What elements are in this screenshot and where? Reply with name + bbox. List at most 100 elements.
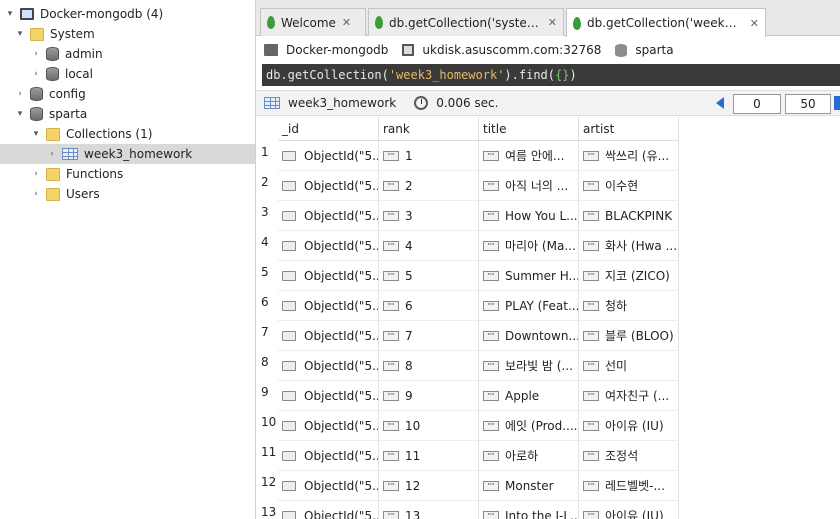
tree-db-admin[interactable]: › admin <box>30 44 103 64</box>
string-type-icon: "" <box>583 240 599 251</box>
string-type-icon: "" <box>483 150 499 161</box>
cell-rank[interactable]: "" 6 <box>379 291 479 321</box>
cell-id[interactable]: ObjectId("5... <box>278 201 379 231</box>
string-type-icon: "" <box>583 450 599 461</box>
column-header-title[interactable]: title <box>479 117 579 141</box>
limit-input[interactable]: 50 <box>785 94 831 114</box>
tab-query-week3[interactable]: db.getCollection('week3_h… ✕ <box>566 8 766 37</box>
cell-rank[interactable]: "" 4 <box>379 231 479 261</box>
cell-title[interactable]: "" How You L... <box>479 201 579 231</box>
cell-artist[interactable]: "" 청하 <box>579 291 679 321</box>
cell-title[interactable]: "" 여름 안에... <box>479 141 579 171</box>
cell-id[interactable]: ObjectId("5... <box>278 321 379 351</box>
cell-artist[interactable]: "" 아이유 (IU) <box>579 411 679 441</box>
chevron-right-icon[interactable]: › <box>14 88 26 100</box>
cell-id[interactable]: ObjectId("5... <box>278 231 379 261</box>
cell-rank[interactable]: "" 7 <box>379 321 479 351</box>
column-header-artist[interactable]: artist <box>579 117 679 141</box>
previous-page-icon[interactable] <box>716 97 724 109</box>
next-page-icon[interactable] <box>834 96 840 110</box>
chevron-right-icon[interactable]: › <box>46 148 58 160</box>
chevron-down-icon[interactable]: ▾ <box>14 108 26 120</box>
cell-id[interactable]: ObjectId("5... <box>278 471 379 501</box>
cell-artist[interactable]: "" BLACKPINK <box>579 201 679 231</box>
cell-artist[interactable]: "" 이수현 <box>579 171 679 201</box>
cell-rank[interactable]: "" 8 <box>379 351 479 381</box>
cell-artist-value: 블루 (BLOO) <box>605 329 674 343</box>
cell-title[interactable]: "" PLAY (Feat.... <box>479 291 579 321</box>
string-type-icon: "" <box>483 420 499 431</box>
cell-title[interactable]: "" 아로하 <box>479 441 579 471</box>
cell-artist[interactable]: "" 아이유 (IU) <box>579 501 679 519</box>
cell-title[interactable]: "" 에잇 (Prod.... <box>479 411 579 441</box>
close-icon[interactable]: ✕ <box>750 17 759 30</box>
tree-collection-week3-homework[interactable]: › week3_homework <box>0 144 255 164</box>
cell-title[interactable]: "" 보라빛 밤 (... <box>479 351 579 381</box>
cell-id[interactable]: ObjectId("5... <box>278 171 379 201</box>
chevron-down-icon[interactable]: ▾ <box>30 128 42 140</box>
chevron-right-icon[interactable]: › <box>30 188 42 200</box>
tree-folder-functions[interactable]: › Functions <box>30 164 123 184</box>
cell-id[interactable]: ObjectId("5... <box>278 351 379 381</box>
cell-id[interactable]: ObjectId("5... <box>278 141 379 171</box>
close-icon[interactable]: ✕ <box>548 16 557 29</box>
cell-rank[interactable]: "" 1 <box>379 141 479 171</box>
tab-query-system[interactable]: db.getCollection('system,… ✕ <box>368 8 564 36</box>
column-header-rank[interactable]: rank <box>379 117 479 141</box>
cell-artist[interactable]: "" 선미 <box>579 351 679 381</box>
cell-title[interactable]: "" 마리아 (Ma... <box>479 231 579 261</box>
cell-rank[interactable]: "" 13 <box>379 501 479 519</box>
cell-title-value: How You L... <box>505 208 578 223</box>
cell-artist[interactable]: "" 여자친구 (... <box>579 381 679 411</box>
string-type-icon: "" <box>383 180 399 191</box>
tree-folder-system[interactable]: ▾ System <box>14 24 95 44</box>
cell-artist[interactable]: "" 블루 (BLOO) <box>579 321 679 351</box>
cell-id[interactable]: ObjectId("5... <box>278 441 379 471</box>
cell-rank[interactable]: "" 12 <box>379 471 479 501</box>
tab-welcome[interactable]: Welcome ✕ <box>260 8 366 36</box>
cell-title[interactable]: "" Monster <box>479 471 579 501</box>
chevron-down-icon[interactable]: ▾ <box>14 28 26 40</box>
cell-id[interactable]: ObjectId("5... <box>278 291 379 321</box>
object-id-icon <box>282 150 296 161</box>
cell-artist[interactable]: "" 조정석 <box>579 441 679 471</box>
tree-db-local[interactable]: › local <box>30 64 93 84</box>
skip-input[interactable]: 0 <box>733 94 781 114</box>
cell-rank[interactable]: "" 9 <box>379 381 479 411</box>
cell-id[interactable]: ObjectId("5... <box>278 411 379 441</box>
chevron-right-icon[interactable]: › <box>30 168 42 180</box>
close-icon[interactable]: ✕ <box>342 16 351 29</box>
cell-rank[interactable]: "" 2 <box>379 171 479 201</box>
cell-title[interactable]: "" 아직 너의 ... <box>479 171 579 201</box>
tree-connection[interactable]: ▾ Docker-mongodb (4) <box>4 4 164 24</box>
cell-artist[interactable]: "" 지코 (ZICO) <box>579 261 679 291</box>
cell-id[interactable]: ObjectId("5... <box>278 381 379 411</box>
chevron-right-icon[interactable]: › <box>30 48 42 60</box>
column-header-id[interactable]: _id <box>278 117 379 141</box>
cell-rank[interactable]: "" 3 <box>379 201 479 231</box>
cell-title[interactable]: "" Into the I-L... <box>479 501 579 519</box>
chevron-right-icon[interactable]: › <box>30 68 42 80</box>
cell-artist-value: 청하 <box>605 299 628 313</box>
cell-title-value: PLAY (Feat.... <box>505 298 579 313</box>
cell-artist[interactable]: "" 화사 (Hwa ... <box>579 231 679 261</box>
cell-title[interactable]: "" Summer H... <box>479 261 579 291</box>
cell-artist[interactable]: "" 싹쓰리 (유... <box>579 141 679 171</box>
cell-artist-value: 지코 (ZICO) <box>605 269 670 283</box>
string-type-icon: "" <box>383 330 399 341</box>
cell-id[interactable]: ObjectId("5... <box>278 261 379 291</box>
tree-folder-collections[interactable]: ▾ Collections (1) <box>30 124 153 144</box>
cell-rank[interactable]: "" 11 <box>379 441 479 471</box>
cell-rank[interactable]: "" 5 <box>379 261 479 291</box>
mongodb-leaf-icon <box>573 16 581 30</box>
tree-db-sparta[interactable]: ▾ sparta <box>14 104 87 124</box>
cell-rank[interactable]: "" 10 <box>379 411 479 441</box>
tree-folder-users[interactable]: › Users <box>30 184 99 204</box>
cell-artist[interactable]: "" 레드벨벳-... <box>579 471 679 501</box>
cell-title[interactable]: "" Apple <box>479 381 579 411</box>
chevron-down-icon[interactable]: ▾ <box>4 8 16 20</box>
query-editor[interactable]: db.getCollection('week3_homework').find(… <box>262 64 840 86</box>
cell-id[interactable]: ObjectId("5... <box>278 501 379 519</box>
cell-title[interactable]: "" Downtown.... <box>479 321 579 351</box>
tree-db-config[interactable]: › config <box>14 84 86 104</box>
